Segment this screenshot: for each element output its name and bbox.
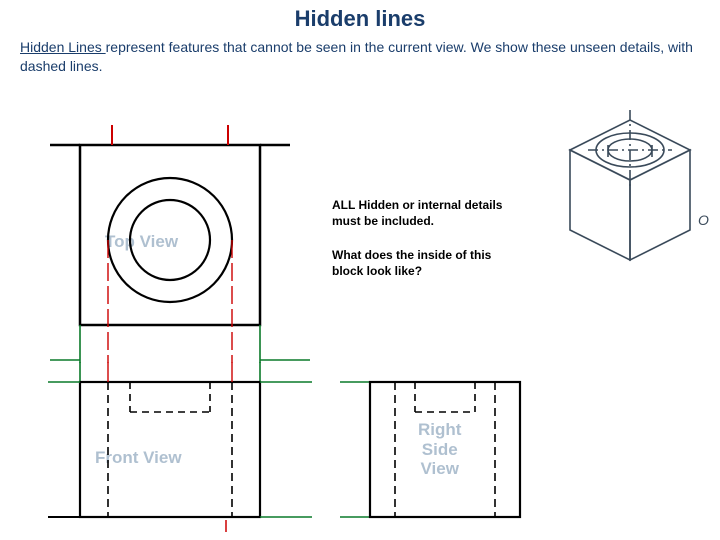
desc-lead: Hidden Lines [20, 39, 106, 55]
right-view-drawing [340, 362, 550, 540]
front-view-drawing [20, 362, 320, 540]
top-view-drawing [20, 95, 320, 365]
page-title: Hidden lines [0, 0, 720, 32]
isometric-drawing: O [540, 95, 710, 275]
question-text: What does the inside of this block look … [332, 248, 512, 279]
iso-label: O [698, 212, 709, 228]
description: Hidden Lines represent features that can… [0, 32, 720, 76]
desc-rest: represent features that cannot be seen i… [20, 39, 693, 74]
note-text: ALL Hidden or internal details must be i… [332, 198, 522, 229]
